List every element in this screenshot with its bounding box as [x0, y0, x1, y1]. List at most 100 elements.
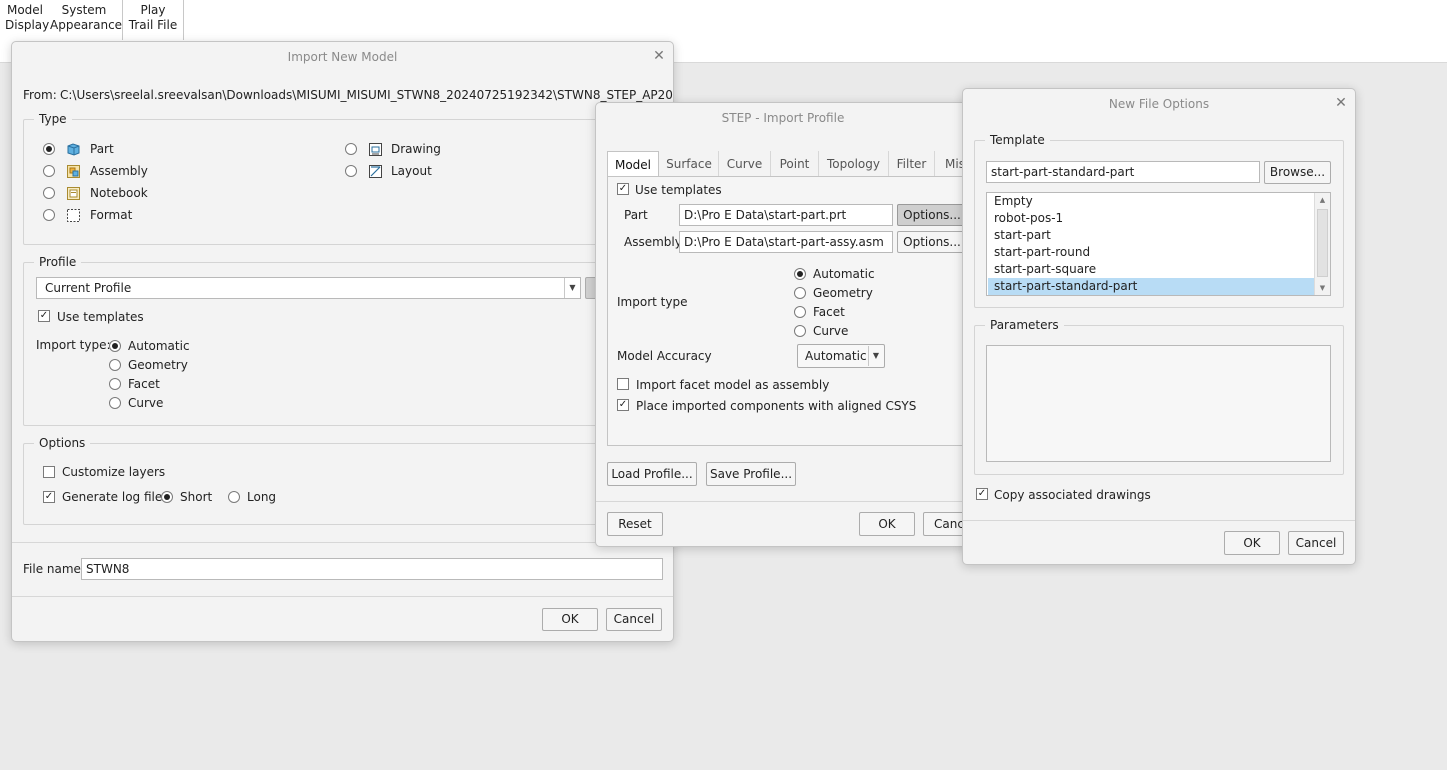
system-appearance-button[interactable]: System Appearance — [50, 3, 122, 33]
import-type-label: Import type — [617, 295, 688, 309]
dialog-title: New File Options — [1108, 97, 1210, 111]
assembly-icon — [67, 165, 80, 178]
reset-button[interactable]: Reset — [607, 512, 663, 536]
template-input[interactable]: start-part-standard-part — [986, 161, 1260, 183]
import-facet-label: Facet — [813, 305, 845, 319]
profile-select[interactable]: Current Profile — [36, 277, 581, 299]
model-accuracy-value: Automatic — [805, 349, 867, 363]
template-group-label: Template — [990, 133, 1045, 147]
import-type-label: Import type: — [36, 338, 111, 352]
save-profile-button[interactable]: Save Profile... — [706, 462, 796, 486]
chevron-down-icon[interactable]: ▼ — [564, 278, 580, 298]
type-group-label: Type — [39, 112, 67, 126]
assembly-label: Assembly — [624, 235, 682, 249]
list-item[interactable]: start-part-round — [988, 244, 1314, 261]
type-layout-radio[interactable] — [345, 165, 357, 177]
format-icon — [67, 209, 80, 222]
import-automatic-radio[interactable] — [794, 268, 806, 280]
chevron-down-icon[interactable]: ▼ — [868, 346, 883, 366]
ok-button[interactable]: OK — [542, 608, 598, 631]
notebook-icon — [67, 187, 80, 200]
copy-drawings-label: Copy associated drawings — [994, 488, 1151, 502]
type-assembly-label: Assembly — [90, 164, 148, 178]
import-automatic-radio[interactable] — [109, 340, 121, 352]
type-format-radio[interactable] — [43, 209, 55, 221]
import-facet-assembly-label: Import facet model as assembly — [636, 378, 830, 392]
list-item[interactable]: Empty — [988, 193, 1314, 210]
part-options-button[interactable]: Options... — [897, 204, 967, 226]
assembly-options-button[interactable]: Options... — [897, 231, 967, 253]
scrollbar[interactable]: ▲ ▼ — [1314, 193, 1330, 295]
import-geometry-radio[interactable] — [794, 287, 806, 299]
tab-model[interactable]: Model — [607, 151, 659, 177]
use-templates-checkbox[interactable]: ✓ — [617, 183, 629, 195]
place-aligned-checkbox[interactable]: ✓ — [617, 399, 629, 411]
cancel-button[interactable]: Cancel — [606, 608, 662, 631]
customize-layers-checkbox[interactable] — [43, 466, 55, 478]
cancel-button[interactable]: Cancel — [1288, 531, 1344, 555]
import-facet-label: Facet — [128, 377, 160, 391]
place-aligned-label: Place imported components with aligned C… — [636, 399, 917, 413]
tab-point[interactable]: Point — [771, 151, 819, 177]
parameters-table[interactable] — [986, 345, 1331, 462]
use-templates-label: Use templates — [57, 310, 144, 324]
from-label: From: — [23, 88, 57, 102]
import-automatic-label: Automatic — [813, 267, 875, 281]
type-drawing-radio[interactable] — [345, 143, 357, 155]
template-list: Empty robot-pos-1 start-part start-part-… — [986, 192, 1331, 296]
part-label: Part — [624, 208, 648, 222]
part-icon — [67, 143, 80, 156]
tab-strip: Model Surface Curve Point Topology Filte… — [607, 151, 970, 177]
model-display-button[interactable]: Model Display — [5, 3, 49, 33]
import-facet-assembly-checkbox[interactable] — [617, 378, 629, 390]
import-curve-radio[interactable] — [794, 325, 806, 337]
part-template-input[interactable]: D:\Pro E Data\start-part.prt — [679, 204, 893, 226]
from-path: C:\Users\sreelal.sreevalsan\Downloads\MI… — [60, 88, 673, 102]
import-facet-radio[interactable] — [794, 306, 806, 318]
list-item[interactable]: robot-pos-1 — [988, 210, 1314, 227]
divider — [963, 520, 1355, 521]
scrollbar-thumb[interactable] — [1317, 209, 1328, 277]
import-curve-radio[interactable] — [109, 397, 121, 409]
type-assembly-radio[interactable] — [43, 165, 55, 177]
close-icon[interactable]: ✕ — [652, 49, 666, 63]
file-name-input[interactable]: STWN8 — [81, 558, 663, 580]
log-short-radio[interactable] — [161, 491, 173, 503]
play-trail-file-label-1: Play — [140, 3, 166, 17]
tab-curve[interactable]: Curve — [719, 151, 771, 177]
generate-log-checkbox[interactable]: ✓ — [43, 491, 55, 503]
dialog-title: STEP - Import Profile — [721, 111, 845, 125]
browse-button[interactable]: Browse... — [1264, 161, 1331, 184]
tab-filter[interactable]: Filter — [889, 151, 935, 177]
import-curve-label: Curve — [128, 396, 164, 410]
list-item[interactable]: start-part-square — [988, 261, 1314, 278]
type-part-radio[interactable] — [43, 143, 55, 155]
type-drawing-label: Drawing — [391, 142, 441, 156]
play-trail-file-button[interactable]: Play Trail File — [128, 3, 178, 33]
load-profile-button[interactable]: Load Profile... — [607, 462, 697, 486]
generate-log-label: Generate log file: — [62, 490, 167, 504]
list-item[interactable]: start-part — [988, 227, 1314, 244]
profile-group-label: Profile — [39, 255, 77, 269]
copy-drawings-checkbox[interactable]: ✓ — [976, 488, 988, 500]
file-name-label: File name: — [23, 562, 85, 576]
import-geometry-radio[interactable] — [109, 359, 121, 371]
divider — [12, 596, 673, 597]
use-templates-checkbox[interactable]: ✓ — [38, 310, 50, 322]
list-item-selected[interactable]: start-part-standard-part — [988, 278, 1314, 295]
import-new-model-dialog: Import New Model ✕ From: C:\Users\sreela… — [11, 41, 674, 642]
log-long-label: Long — [247, 490, 277, 504]
ok-button[interactable]: OK — [859, 512, 915, 536]
scroll-up-icon[interactable]: ▲ — [1315, 193, 1330, 207]
log-long-radio[interactable] — [228, 491, 240, 503]
model-accuracy-label: Model Accuracy — [617, 349, 712, 363]
ok-button[interactable]: OK — [1224, 531, 1280, 555]
tab-topology[interactable]: Topology — [819, 151, 889, 177]
scroll-down-icon[interactable]: ▼ — [1315, 281, 1330, 295]
tab-surface[interactable]: Surface — [660, 151, 719, 177]
assembly-template-input[interactable]: D:\Pro E Data\start-part-assy.asm — [679, 231, 893, 253]
type-notebook-radio[interactable] — [43, 187, 55, 199]
import-facet-radio[interactable] — [109, 378, 121, 390]
close-icon[interactable]: ✕ — [1334, 96, 1348, 110]
import-geometry-label: Geometry — [813, 286, 873, 300]
